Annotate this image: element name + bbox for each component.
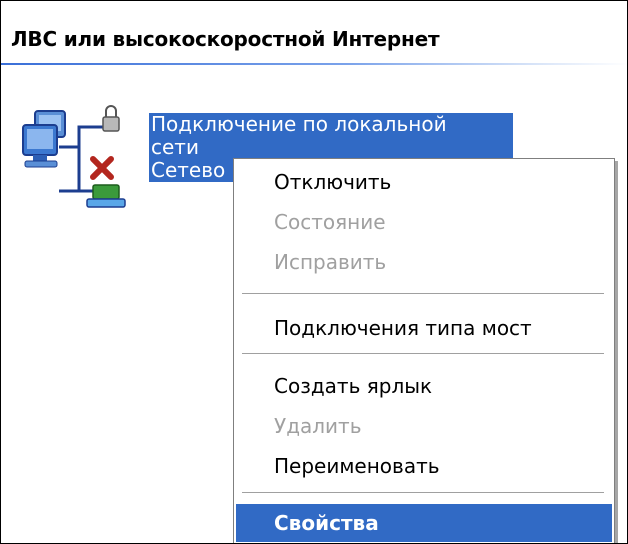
network-connection-disconnected-icon[interactable] — [21, 99, 149, 215]
menu-item-properties[interactable]: Свойства — [236, 504, 612, 542]
menu-item-create-shortcut[interactable]: Создать ярлык — [236, 367, 612, 405]
menu-item-delete: Удалить — [274, 414, 362, 438]
menu-item-disconnect[interactable]: Отключить — [236, 163, 612, 201]
group-divider — [1, 63, 627, 65]
group-title: ЛВС или высокоскоростной Интернет — [11, 27, 440, 51]
explorer-window: ЛВС или высокоскоростной Интернет Подклю… — [0, 0, 628, 544]
connection-name-line1: Подключение по локальной — [149, 113, 513, 136]
menu-item-bridge-connections[interactable]: Подключения типа мост — [236, 309, 612, 347]
menu-separator — [242, 353, 604, 355]
group-header: ЛВС или высокоскоростной Интернет — [1, 13, 627, 65]
menu-separator — [242, 492, 604, 494]
menu-item-rename[interactable]: Переименовать — [236, 447, 612, 485]
menu-item-status: Состояние — [274, 210, 386, 234]
menu-separator — [242, 293, 604, 295]
menu-item-repair: Исправить — [274, 250, 387, 274]
context-menu: Отключить Состояние Исправить Подключени… — [233, 158, 615, 543]
connection-name-line2: сети — [149, 136, 513, 159]
